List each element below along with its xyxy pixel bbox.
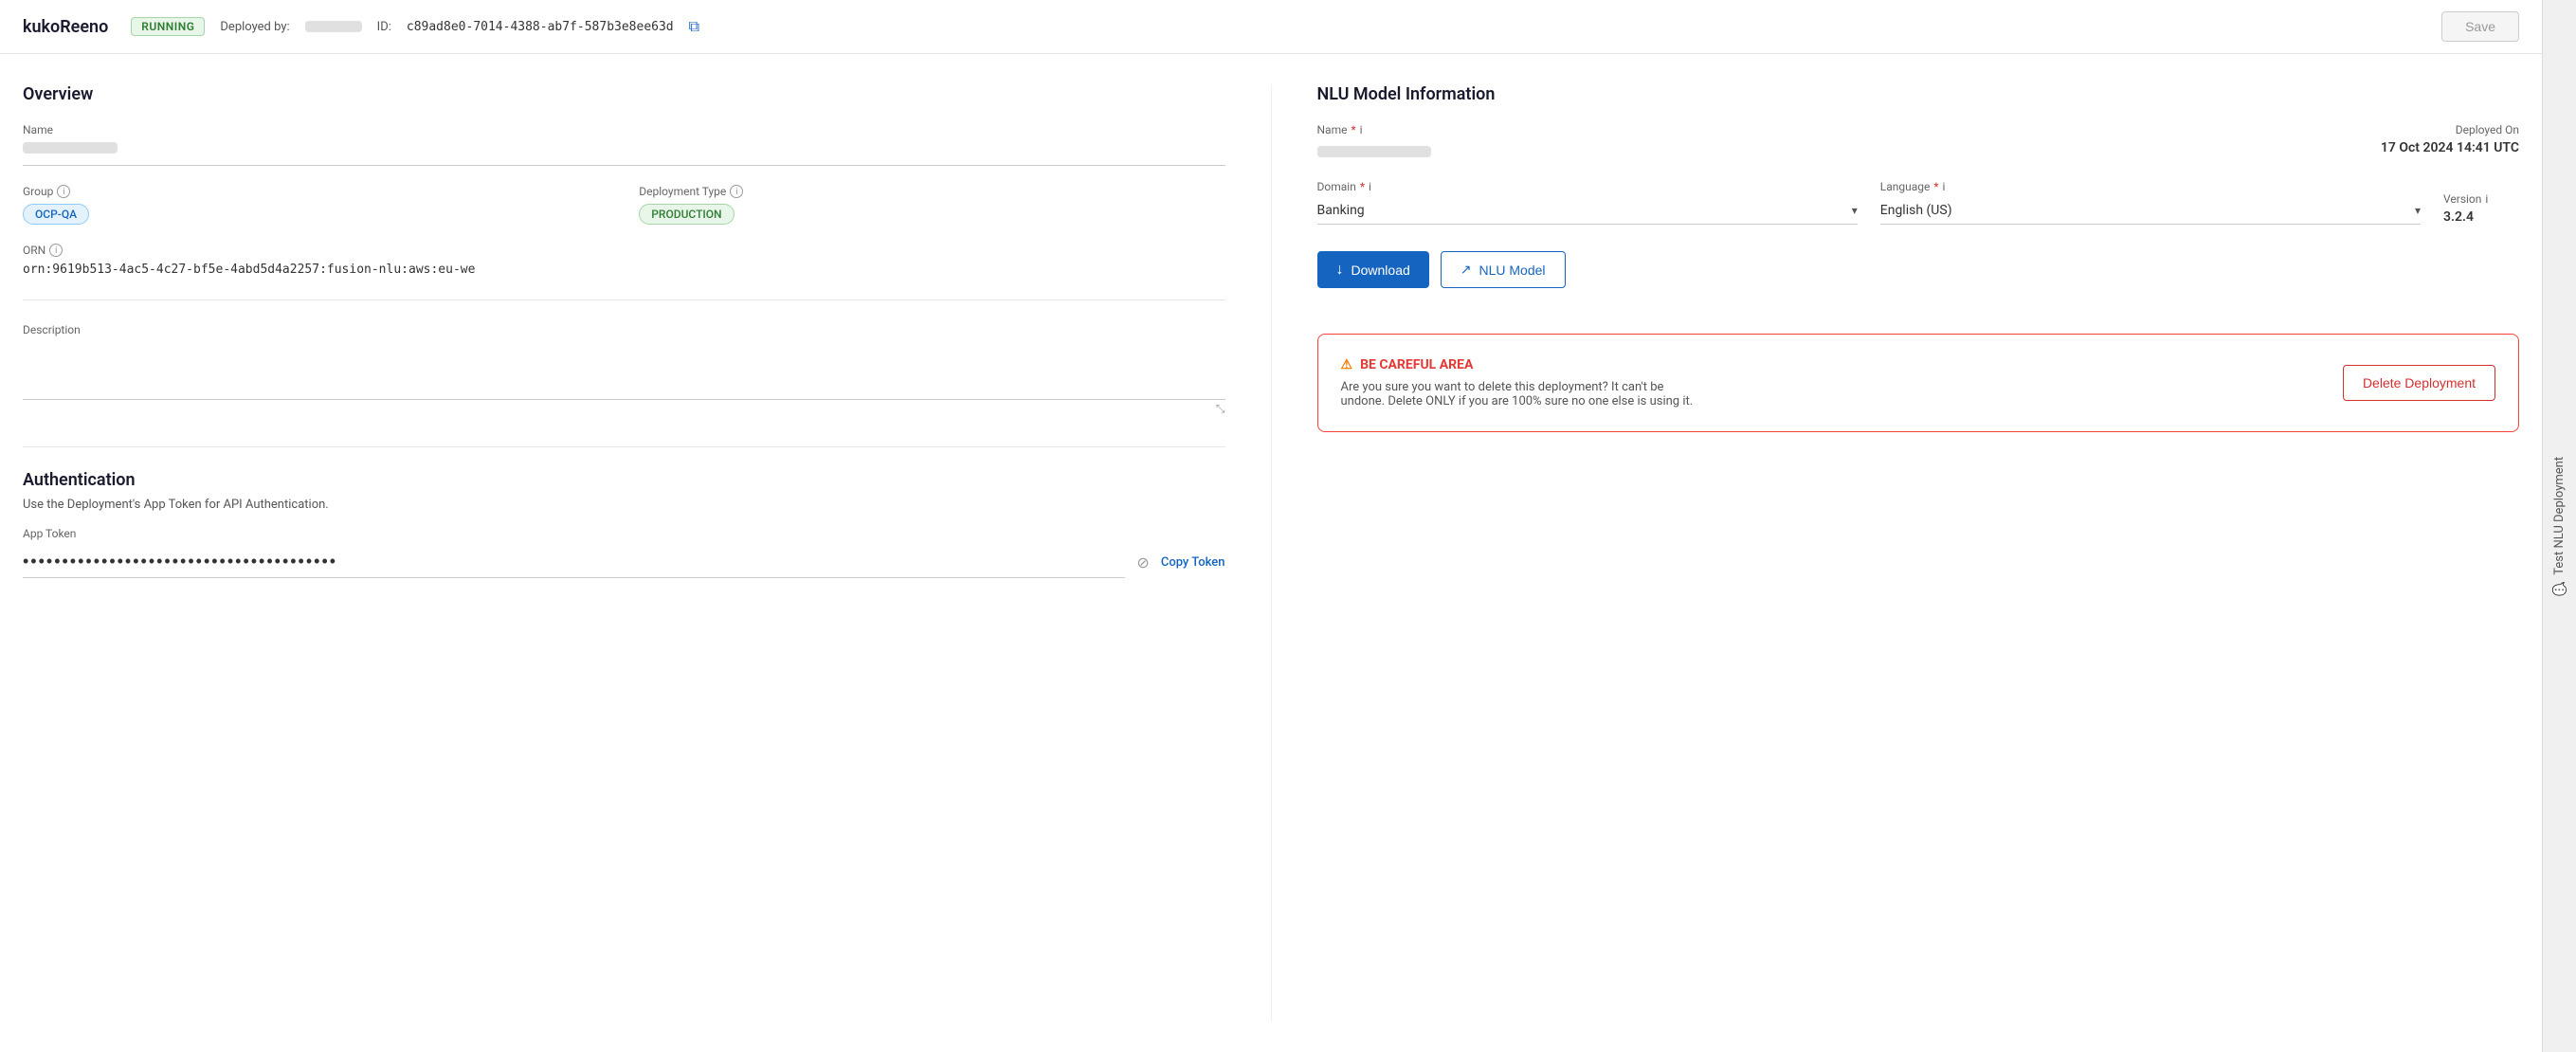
domain-select[interactable]: Banking ▾ <box>1317 197 1858 225</box>
nlu-deployed-on-label: Deployed On <box>2381 123 2519 136</box>
resize-handle: ⤡ <box>23 402 1225 416</box>
version-field: Version i 3.2.4 <box>2443 192 2519 225</box>
nlu-name-field: Name * i <box>1317 123 1431 161</box>
content-columns: Overview Name Group i OCP- <box>0 54 2542 1052</box>
danger-description: Are you sure you want to delete this dep… <box>1341 380 1701 408</box>
deployment-type-label: Deployment Type i <box>639 185 1225 198</box>
orn-info-icon: i <box>49 244 63 257</box>
group-info-icon: i <box>57 185 70 198</box>
orn-label: ORN i <box>23 244 1225 257</box>
side-label: 💬 Test NLU Deployment <box>2542 0 2576 1052</box>
overview-section-title: Overview <box>23 84 1225 104</box>
group-deployment-row: Group i OCP-QA Deployment Type i PRODUCT… <box>23 185 1225 225</box>
right-column: NLU Model Information Name * i Deployed <box>1272 84 2520 1022</box>
nlu-deployed-on-value: 17 Oct 2024 14:41 UTC <box>2381 140 2519 155</box>
delete-deployment-button[interactable]: Delete Deployment <box>2343 365 2495 401</box>
app-token-label: App Token <box>23 527 1225 540</box>
domain-value: Banking <box>1317 203 1852 218</box>
domain-chevron-icon: ▾ <box>1852 204 1858 217</box>
name-label: Name <box>23 123 1225 136</box>
id-value: c89ad8e0-7014-4388-ab7f-587b3e8ee63d <box>407 20 674 34</box>
danger-content: ⚠ BE CAREFUL AREA Are you sure you want … <box>1341 357 2328 408</box>
top-bar: kukoReeno RUNNING Deployed by: ID: c89ad… <box>0 0 2542 54</box>
action-buttons: ↓ Download ↗ NLU Model <box>1317 251 2520 288</box>
authentication-title: Authentication <box>23 470 1225 490</box>
language-chevron-icon: ▾ <box>2415 204 2421 217</box>
domain-label: Domain * i <box>1317 180 1858 193</box>
download-icon: ↓ <box>1336 262 1344 279</box>
group-badge: OCP-QA <box>23 204 89 225</box>
danger-area: ⚠ BE CAREFUL AREA Are you sure you want … <box>1317 334 2520 432</box>
language-info-icon: i <box>1943 180 1946 193</box>
status-badge: RUNNING <box>131 17 205 36</box>
description-section: Description ⤡ <box>23 323 1225 416</box>
chat-icon: 💬 <box>2552 581 2567 596</box>
main-content: kukoReeno RUNNING Deployed by: ID: c89ad… <box>0 0 2542 1052</box>
danger-title: ⚠ BE CAREFUL AREA <box>1341 357 2328 372</box>
group-label: Group i <box>23 185 608 198</box>
deployment-type-info-icon: i <box>730 185 743 198</box>
deployed-by-label: Deployed by: <box>220 20 289 34</box>
version-label: Version i <box>2443 192 2519 206</box>
version-value: 3.2.4 <box>2443 209 2519 225</box>
authentication-section: Authentication Use the Deployment's App … <box>23 470 1225 578</box>
description-label: Description <box>23 323 1225 336</box>
side-label-text: 💬 Test NLU Deployment <box>2552 457 2567 596</box>
copy-token-button[interactable]: Copy Token <box>1161 555 1225 570</box>
left-column: Overview Name Group i OCP- <box>23 84 1272 1022</box>
authentication-description: Use the Deployment's App Token for API A… <box>23 498 1225 512</box>
nlu-name-placeholder <box>1317 146 1431 157</box>
nlu-name-info-icon: i <box>1360 123 1363 136</box>
deployed-by-name <box>305 21 362 32</box>
language-field: Language * i English (US) ▾ <box>1880 180 2421 225</box>
warning-icon: ⚠ <box>1341 357 1353 372</box>
nlu-deployed-on-field: Deployed On 17 Oct 2024 14:41 UTC <box>2381 123 2519 155</box>
orn-section: ORN i orn:9619b513-4ac5-4c27-bf5e-4abd5d… <box>23 244 1225 277</box>
group-field: Group i OCP-QA <box>23 185 608 225</box>
language-value: English (US) <box>1880 203 2415 218</box>
deployment-type-field: Deployment Type i PRODUCTION <box>639 185 1225 225</box>
name-value-placeholder <box>23 142 118 154</box>
version-info-icon: i <box>2485 192 2488 206</box>
language-label: Language * i <box>1880 180 2421 193</box>
token-row: ⊘ Copy Token <box>23 546 1225 578</box>
app-token-input[interactable] <box>23 546 1125 578</box>
eye-toggle-icon[interactable]: ⊘ <box>1136 553 1149 571</box>
domain-field: Domain * i Banking ▾ <box>1317 180 1858 225</box>
nlu-model-button[interactable]: ↗ NLU Model <box>1441 251 1566 288</box>
nlu-section-title: NLU Model Information <box>1317 84 2520 104</box>
save-button[interactable]: Save <box>2441 11 2519 42</box>
external-link-icon: ↗ <box>1460 262 1472 278</box>
language-select[interactable]: English (US) ▾ <box>1880 197 2421 225</box>
orn-value: orn:9619b513-4ac5-4c27-bf5e-4abd5d4a2257… <box>23 263 1225 277</box>
domain-info-icon: i <box>1369 180 1371 193</box>
nlu-name-label: Name * i <box>1317 123 1431 136</box>
deployment-type-badge: PRODUCTION <box>639 204 734 225</box>
download-button[interactable]: ↓ Download <box>1317 251 1429 288</box>
page-title: kukoReeno <box>23 17 108 37</box>
description-input[interactable] <box>23 342 1225 400</box>
id-label: ID: <box>377 20 391 34</box>
copy-id-icon[interactable]: ⧉ <box>689 17 699 36</box>
